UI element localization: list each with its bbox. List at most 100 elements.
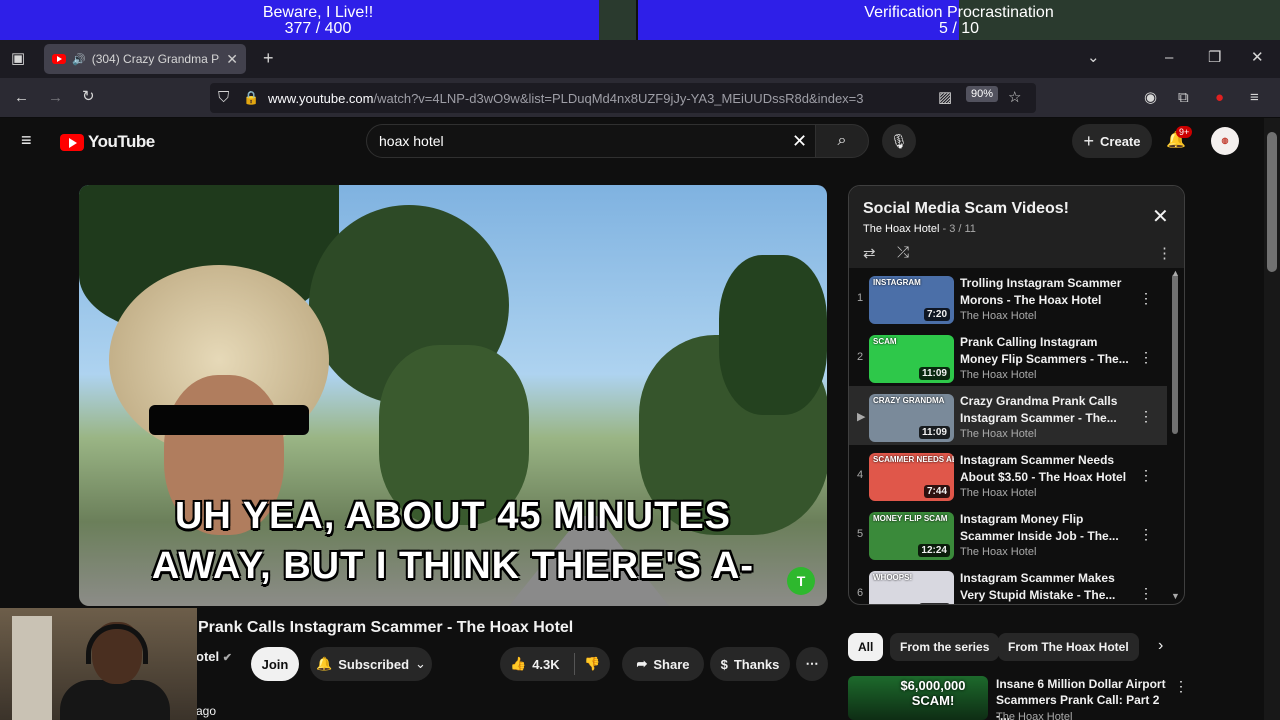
- search-button[interactable]: ⌕: [815, 124, 869, 158]
- join-button[interactable]: Join: [251, 647, 299, 681]
- playlist-item[interactable]: ▶ CRAZY GRANDMA 11:09 Crazy Grandma Prank C…: [849, 386, 1167, 445]
- page-scrollbar[interactable]: [1264, 118, 1280, 720]
- playlist-item-thumbnail[interactable]: MONEY FLIP SCAM 12:24: [869, 512, 954, 560]
- youtube-header: ≡ YouTube hoax hotel ✕ ⌕ 🎙 + Create 🔔 9+…: [0, 118, 1264, 164]
- scroll-up-icon[interactable]: ▲: [1171, 268, 1180, 278]
- playlist-item[interactable]: 4 SCAMMER NEEDS ABOUT $3.50 7:44 Instagram …: [849, 445, 1167, 504]
- webcam-background-door: [12, 616, 52, 720]
- chip-from-channel[interactable]: From The Hoax Hotel: [998, 633, 1139, 661]
- forward-icon[interactable]: →: [48, 90, 63, 106]
- menu-icon[interactable]: ≡: [1250, 90, 1259, 106]
- join-label: Join: [261, 656, 289, 672]
- channel-watermark-icon[interactable]: T: [787, 567, 815, 595]
- playlist-subtitle: The Hoax Hotel - 3 / 11: [863, 223, 976, 235]
- playlist-item-thumbnail[interactable]: WHOOPS! 11:55: [869, 571, 954, 604]
- playlist-title[interactable]: Social Media Scam Videos!: [863, 200, 1069, 218]
- restore-icon[interactable]: ❐: [1208, 50, 1221, 66]
- avatar[interactable]: ◍: [1211, 127, 1239, 155]
- thumbs-down-icon[interactable]: 👎: [584, 656, 600, 672]
- back-icon[interactable]: ←: [14, 90, 29, 106]
- share-button[interactable]: ➦ Share: [622, 647, 704, 681]
- playlist-item-more-icon[interactable]: ⋮: [1139, 585, 1153, 602]
- playlist-more-icon[interactable]: ⋮: [1157, 244, 1172, 262]
- playlist-item-channel: The Hoax Hotel: [960, 546, 1037, 558]
- video-caption-line-1: UH YEA, ABOUT 45 MINUTES: [174, 495, 732, 537]
- zoom-level[interactable]: 90%: [966, 86, 999, 102]
- playlist-item-thumbnail[interactable]: CRAZY GRANDMA 11:09: [869, 394, 954, 442]
- goal-1-label: Beware, I Live!!: [262, 4, 374, 21]
- playlist-item-more-icon[interactable]: ⋮: [1139, 408, 1153, 425]
- url-bar[interactable]: ⛉ 🔒 www.youtube.com/watch?v=4LNP-d3wO9w&…: [210, 83, 1036, 113]
- youtube-logo[interactable]: YouTube: [60, 132, 155, 152]
- chip-all[interactable]: All: [848, 633, 884, 661]
- extension-record-icon[interactable]: ●: [1215, 90, 1224, 106]
- hamburger-menu-icon[interactable]: ≡: [21, 131, 32, 149]
- close-window-icon[interactable]: ✕: [1251, 50, 1264, 66]
- duration-badge: 11:09: [918, 426, 950, 439]
- picture-icon[interactable]: ▨: [938, 90, 952, 106]
- recommended-more-icon[interactable]: ⋮: [1174, 678, 1188, 695]
- search-input[interactable]: hoax hotel ✕: [366, 124, 824, 158]
- playlist-item[interactable]: 6 WHOOPS! 11:55 Instagram Scammer Makes Ver…: [849, 563, 1167, 604]
- close-playlist-icon[interactable]: ✕: [1152, 204, 1169, 229]
- playlist-scrollbar[interactable]: [1172, 274, 1178, 434]
- playlist-item-more-icon[interactable]: ⋮: [1139, 290, 1153, 307]
- like-button[interactable]: 👍 4.3K 👎: [500, 647, 610, 681]
- subscribed-button[interactable]: 🔔 Subscribed ⌄: [310, 647, 432, 681]
- bookmark-star-icon[interactable]: ☆: [1008, 90, 1021, 106]
- loop-icon[interactable]: ⇄: [863, 244, 876, 262]
- goal-2-progress: 5 / 10: [938, 20, 980, 37]
- close-tab-icon[interactable]: ✕: [226, 51, 238, 68]
- playlist-item[interactable]: 5 MONEY FLIP SCAM 12:24 Instagram Money Fli…: [849, 504, 1167, 563]
- account-icon[interactable]: ◉: [1144, 90, 1157, 106]
- video-player[interactable]: UH YEA, ABOUT 45 MINUTES AWAY, BUT I THI…: [79, 185, 827, 606]
- thanks-button[interactable]: $ Thanks: [710, 647, 790, 681]
- recommended-thumbnail[interactable]: $6,000,000 SCAM!: [848, 676, 988, 720]
- channel-name[interactable]: otel ✔: [196, 649, 232, 664]
- page-scrollbar-thumb[interactable]: [1267, 132, 1277, 272]
- playlist-item-title: Instagram Scammer Makes Very Stupid Mist…: [960, 571, 1116, 602]
- playlist-item-more-icon[interactable]: ⋮: [1139, 349, 1153, 366]
- recommended-channel[interactable]: The Hoax Hotel: [996, 711, 1072, 720]
- thumbnail-text: MONEY FLIP SCAM: [873, 514, 948, 523]
- playlist-channel[interactable]: The Hoax Hotel: [863, 223, 939, 235]
- scroll-down-icon[interactable]: ▼: [1171, 591, 1180, 601]
- playlist-item-channel: The Hoax Hotel: [960, 428, 1037, 440]
- chevron-right-icon[interactable]: ›: [1158, 637, 1163, 655]
- playlist-item-more-icon[interactable]: ⋮: [1139, 526, 1153, 543]
- voice-search-button[interactable]: 🎙: [882, 124, 916, 158]
- youtube-play-icon: [60, 133, 84, 151]
- thumbnail-text: CRAZY GRANDMA: [873, 396, 945, 405]
- tab-list-icon[interactable]: ▣: [11, 51, 25, 67]
- extensions-icon[interactable]: ⧉: [1178, 90, 1189, 106]
- playlist-item[interactable]: 1 INSTAGRAM 7:20 Trolling Instagram Scammer…: [849, 268, 1167, 327]
- sunglasses: [149, 405, 309, 435]
- playlist-item-more-icon[interactable]: ⋮: [1139, 467, 1153, 484]
- playlist-item-title: Instagram Scammer Needs About $3.50 - Th…: [960, 453, 1127, 484]
- thumbnail-text: INSTAGRAM: [873, 278, 921, 287]
- tab-title: (304) Crazy Grandma Prank: [91, 52, 221, 66]
- more-actions-button[interactable]: ⋯: [796, 647, 828, 681]
- minimize-icon[interactable]: –: [1165, 50, 1173, 66]
- webcam-overlay: [0, 608, 197, 720]
- lock-icon[interactable]: 🔒: [243, 90, 259, 106]
- share-label: Share: [653, 656, 690, 672]
- playlist-item-thumbnail[interactable]: SCAM 11:09: [869, 335, 954, 383]
- chip-from-series[interactable]: From the series: [890, 633, 1000, 661]
- playlist-item-channel: The Hoax Hotel: [960, 310, 1037, 322]
- playlist-item[interactable]: 2 SCAM 11:09 Prank Calling Instagram Money …: [849, 327, 1167, 386]
- playlist-item-index: 1: [857, 292, 864, 304]
- shuffle-icon[interactable]: ⤮: [897, 244, 909, 261]
- chevron-down-icon[interactable]: ⌄: [1087, 50, 1100, 66]
- clear-search-icon[interactable]: ✕: [792, 125, 807, 157]
- new-tab-icon[interactable]: +: [263, 49, 274, 67]
- reload-icon[interactable]: ↻: [82, 89, 95, 105]
- playlist-item-thumbnail[interactable]: INSTAGRAM 7:20: [869, 276, 954, 324]
- browser-tab[interactable]: 🔊 (304) Crazy Grandma Prank ✕: [44, 44, 246, 74]
- playlist-item-thumbnail[interactable]: SCAMMER NEEDS ABOUT $3.50 7:44: [869, 453, 954, 501]
- more-horizontal-icon: ⋯: [805, 656, 819, 671]
- shield-icon[interactable]: ⛉: [218, 90, 229, 106]
- create-button[interactable]: + Create: [1072, 124, 1152, 158]
- speaker-icon[interactable]: 🔊: [72, 53, 86, 66]
- thumbnail-text: SCAM: [873, 337, 897, 346]
